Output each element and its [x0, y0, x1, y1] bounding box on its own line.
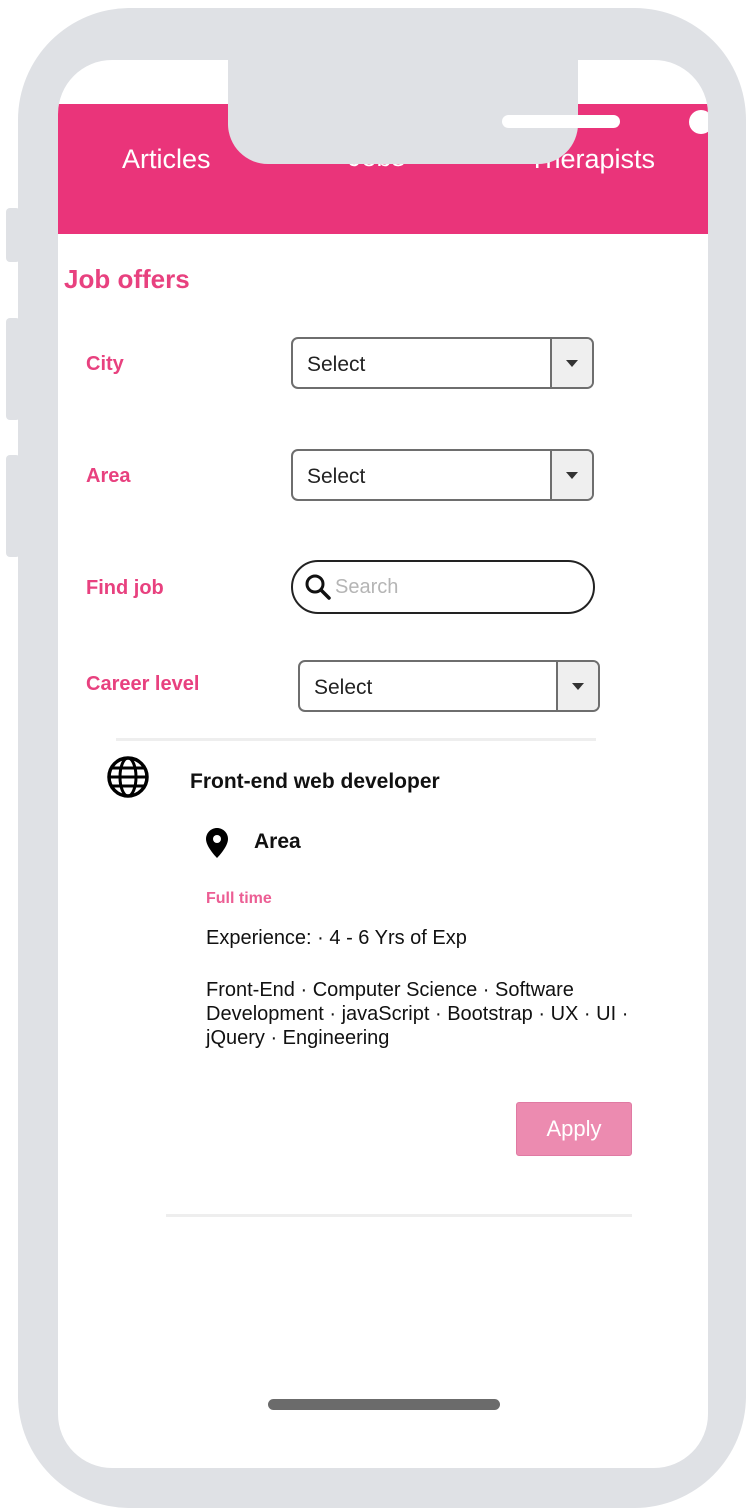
job-experience: Experience: · 4 - 6 Yrs of Exp	[206, 927, 467, 949]
job-area: Area	[254, 830, 301, 853]
phone-screen: Articles Jobs Therapists Job offers City…	[58, 60, 708, 1468]
front-camera	[689, 110, 708, 134]
active-tab-indicator	[295, 236, 473, 250]
chevron-down-icon[interactable]	[556, 662, 598, 710]
job-skill-tags: Front-End · Computer Science · Software …	[206, 979, 629, 1049]
divider	[166, 1214, 632, 1217]
chevron-down-icon[interactable]	[550, 451, 592, 499]
phone-notch	[228, 60, 708, 164]
search-box[interactable]	[291, 560, 595, 614]
globe-icon	[107, 756, 149, 798]
map-pin-icon	[206, 828, 228, 858]
tab-articles[interactable]: Articles	[122, 144, 211, 175]
side-button	[6, 455, 20, 557]
volume-up-button	[6, 208, 20, 262]
city-label: City	[86, 353, 124, 375]
area-label: Area	[86, 465, 131, 487]
job-title[interactable]: Front-end web developer	[190, 770, 440, 794]
job-type-badge: Full time	[206, 890, 272, 907]
area-select-value: Select	[307, 465, 366, 488]
career-level-select[interactable]: Select	[298, 660, 600, 712]
volume-down-button	[6, 318, 20, 420]
find-job-label: Find job	[86, 577, 164, 599]
chevron-down-icon[interactable]	[550, 339, 592, 387]
search-input[interactable]	[335, 572, 575, 602]
divider	[116, 738, 596, 741]
apply-button[interactable]: Apply	[516, 1102, 632, 1156]
page-title: Job offers	[64, 264, 190, 294]
area-select[interactable]: Select	[291, 449, 594, 501]
career-level-label: Career level	[86, 673, 200, 695]
city-select[interactable]: Select	[291, 337, 594, 389]
career-level-select-value: Select	[314, 676, 373, 699]
city-select-value: Select	[307, 353, 366, 376]
home-indicator	[268, 1399, 500, 1410]
search-icon	[305, 574, 331, 600]
speaker-grille	[502, 115, 620, 128]
